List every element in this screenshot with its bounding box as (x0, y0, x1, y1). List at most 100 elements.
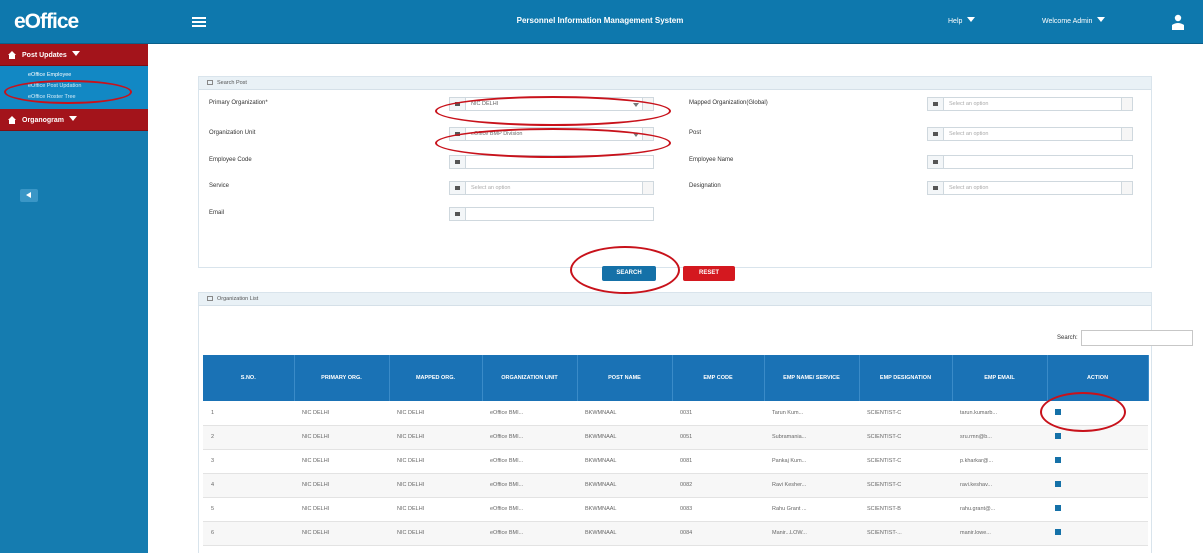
mapped-org-select[interactable]: Select an option (927, 97, 1133, 111)
edit-icon[interactable] (1055, 505, 1061, 511)
menu-toggle-icon[interactable] (192, 17, 206, 28)
sidebar-group-post-updates[interactable]: Post Updates (0, 44, 148, 66)
clear-icon[interactable] (642, 182, 653, 194)
edit-icon[interactable] (1055, 408, 1061, 415)
service-label: Service (209, 183, 230, 189)
column-header[interactable]: EMP EMAIL (952, 355, 1048, 401)
building-icon (928, 98, 944, 110)
help-menu[interactable]: Help (948, 17, 976, 25)
designation-select[interactable]: Select an option (927, 181, 1133, 195)
table-cell: BKWMNAAL (577, 497, 672, 522)
table-row: 4 NIC DELHI NIC DELHI eOffice BMI... BKW… (203, 473, 1148, 498)
clear-icon[interactable] (642, 128, 653, 140)
sidebar-collapse-button[interactable] (20, 189, 38, 202)
app-title: Personnel Information Management System (516, 16, 684, 25)
edit-icon[interactable] (1055, 481, 1061, 487)
sidebar-item-roster-tree[interactable]: eOffice Roster Tree (0, 92, 148, 103)
table-cell: SCIENTIST-C (859, 425, 952, 450)
envelope-icon (450, 208, 466, 220)
table-cell: p.kharkar@... (952, 449, 1047, 474)
column-header[interactable]: EMP NAME/ SERVICE (764, 355, 860, 401)
eoffice-logo[interactable]: eOffice (14, 10, 129, 33)
edit-icon[interactable] (1055, 433, 1061, 439)
table-row: 2 NIC DELHI NIC DELHI eOffice BMI... BKW… (203, 425, 1148, 450)
building-icon (450, 98, 466, 110)
post-select[interactable]: Select an option (927, 127, 1133, 141)
email-label: Email (209, 210, 225, 216)
chevron-down-icon (71, 51, 80, 56)
table-cell: sru.rmn@b... (952, 425, 1047, 450)
list-icon (207, 80, 213, 85)
sidebar-submenu: eOffice Employee eOffice Post Updation e… (0, 66, 148, 109)
email-input[interactable] (449, 207, 654, 221)
table-cell: NIC DELHI (389, 521, 482, 546)
sidebar-item-employee[interactable]: eOffice Employee (0, 70, 148, 81)
home-icon (8, 116, 16, 124)
table-cell: NIC DELHI (389, 473, 482, 498)
clear-icon[interactable] (1121, 182, 1132, 194)
main-content: Search Post Primary Organization* NIC DE… (148, 44, 1203, 553)
search-post-panel: Search Post Primary Organization* NIC DE… (198, 76, 1152, 268)
employee-name-label: Employee Name (689, 157, 734, 163)
column-header[interactable]: MAPPED ORG. (389, 355, 483, 401)
select-placeholder: Select an option (949, 185, 989, 191)
sidebar-group-organogram[interactable]: Organogram (0, 109, 148, 131)
table-cell: 0084 (672, 521, 764, 546)
user-menu[interactable]: Welcome Admin (1042, 17, 1106, 25)
table-cell: NIC DELHI (389, 497, 482, 522)
table-cell: 5 (203, 497, 294, 522)
reset-button[interactable]: RESET (683, 266, 735, 281)
table-cell: ravi.keshav... (952, 473, 1047, 498)
primary-org-label: Primary Organization* (209, 100, 268, 106)
user-avatar-icon[interactable] (1172, 14, 1184, 30)
table-row: 5 NIC DELHI NIC DELHI eOffice BMI... BKW… (203, 497, 1148, 522)
column-header[interactable]: EMP DESIGNATION (859, 355, 953, 401)
service-select[interactable]: Select an option (449, 181, 654, 195)
edit-icon[interactable] (1055, 529, 1061, 535)
organization-table: S.NO. PRIMARY ORG. MAPPED ORG. ORGANIZAT… (203, 355, 1149, 546)
table-cell: Manir...LOW... (764, 521, 859, 546)
employee-code-input[interactable] (449, 155, 654, 169)
building-icon (450, 128, 466, 140)
table-cell: eOffice BMI... (482, 401, 577, 426)
column-header[interactable]: ORGANIZATION UNIT (482, 355, 578, 401)
clear-icon[interactable] (1121, 98, 1132, 110)
clear-icon[interactable] (642, 98, 653, 110)
action-cell (1047, 425, 1148, 450)
clear-icon[interactable] (1121, 128, 1132, 140)
org-unit-select[interactable]: eOffice BMP Division (449, 127, 654, 141)
primary-org-select[interactable]: NIC DELHI (449, 97, 654, 111)
table-search-input[interactable] (1081, 330, 1193, 346)
table-cell: 1 (203, 401, 294, 426)
table-cell: NIC DELHI (294, 425, 389, 450)
column-header[interactable]: EMP CODE (672, 355, 765, 401)
sidebar-group-label: Post Updates (22, 52, 67, 59)
select-value: NIC DELHI (471, 101, 499, 107)
edit-icon[interactable] (1055, 457, 1061, 463)
table-cell: SCIENTIST-B (859, 497, 952, 522)
employee-name-input[interactable] (927, 155, 1133, 169)
table-cell: rahu.grant@... (952, 497, 1047, 522)
column-header[interactable]: S.NO. (203, 355, 295, 401)
top-navbar: eOffice Personnel Information Management… (0, 0, 1203, 44)
sidebar: Post Updates eOffice Employee eOffice Po… (0, 44, 148, 553)
table-cell: NIC DELHI (294, 521, 389, 546)
sidebar-item-post-updation[interactable]: eOffice Post Updation (0, 81, 148, 92)
badge-icon (928, 182, 944, 194)
table-cell: BKWMNAAL (577, 401, 672, 426)
table-header-row: S.NO. PRIMARY ORG. MAPPED ORG. ORGANIZAT… (203, 355, 1149, 401)
column-header: ACTION (1047, 355, 1149, 401)
table-cell: tarun.kumarb... (952, 401, 1047, 426)
id-card-icon (450, 156, 466, 168)
column-header[interactable]: PRIMARY ORG. (294, 355, 390, 401)
table-cell: BKWMNAAL (577, 473, 672, 498)
action-cell (1047, 401, 1148, 426)
table-cell: BKWMNAAL (577, 449, 672, 474)
table-cell: SCIENTIST-C (859, 401, 952, 426)
search-button[interactable]: SEARCH (602, 266, 656, 281)
table-cell: Subramania... (764, 425, 859, 450)
home-icon (8, 51, 16, 59)
table-row: 1 NIC DELHI NIC DELHI eOffice BMI... BKW… (203, 401, 1148, 426)
table-cell: Pankaj Kum... (764, 449, 859, 474)
column-header[interactable]: POST NAME (577, 355, 673, 401)
